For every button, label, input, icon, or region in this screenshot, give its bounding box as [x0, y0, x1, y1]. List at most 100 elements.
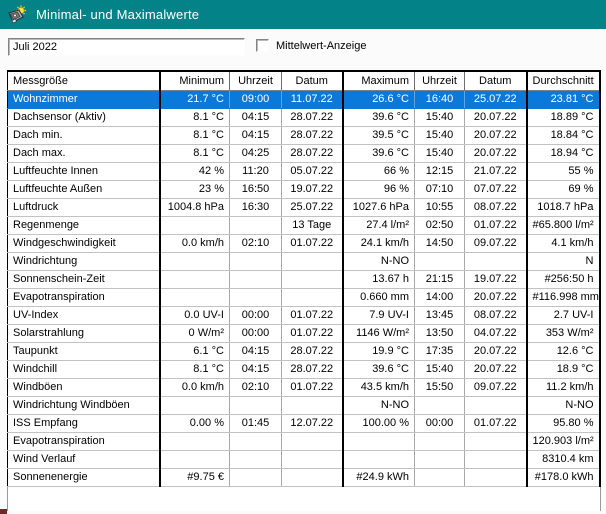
table-row[interactable]: Windrichtung WindböenN-NON-NO — [8, 396, 600, 414]
table-cell[interactable]: 20.07.22 — [465, 108, 527, 126]
table-cell[interactable]: 18.89 °C — [527, 108, 600, 126]
table-cell[interactable] — [415, 468, 465, 486]
table-cell[interactable]: 20.07.22 — [465, 360, 527, 378]
table-cell[interactable]: 01:45 — [230, 414, 282, 432]
table-row[interactable]: Evapotranspiration120.903 l/m² — [8, 432, 600, 450]
table-cell[interactable]: Sonnenschein-Zeit — [8, 270, 160, 288]
table-cell[interactable]: 4.1 km/h — [527, 234, 600, 252]
table-cell[interactable]: 09:00 — [230, 90, 282, 108]
table-cell[interactable]: 8.1 °C — [160, 144, 230, 162]
table-cell[interactable]: 1027.6 hPa — [343, 198, 415, 216]
table-cell[interactable] — [282, 432, 343, 450]
table-cell[interactable]: Evapotranspiration — [8, 288, 160, 306]
table-cell[interactable]: 8.1 °C — [160, 360, 230, 378]
table-cell[interactable]: 17:35 — [415, 342, 465, 360]
table-row-selected[interactable]: Wohnzimmer21.7 °C09:0011.07.2226.6 °C16:… — [8, 90, 600, 108]
table-cell[interactable] — [465, 432, 527, 450]
table-cell[interactable]: #116.998 mm — [527, 288, 600, 306]
table-cell[interactable]: Regenmenge — [8, 216, 160, 234]
table-cell[interactable]: 16:30 — [230, 198, 282, 216]
table-row[interactable]: Sonnenenergie#9.75 €#24.9 kWh#178.0 kWh — [8, 468, 600, 486]
table-row[interactable]: Regenmenge13 Tage27.4 l/m²02:5001.07.22#… — [8, 216, 600, 234]
table-cell[interactable]: N — [527, 252, 600, 270]
table-cell[interactable]: Dach min. — [8, 126, 160, 144]
table-cell[interactable] — [160, 252, 230, 270]
table-cell[interactable]: 11:20 — [230, 162, 282, 180]
table-cell[interactable]: 12:15 — [415, 162, 465, 180]
table-cell[interactable]: Luftfeuchte Außen — [8, 180, 160, 198]
table-cell[interactable]: 18.94 °C — [527, 144, 600, 162]
table-cell[interactable]: 39.6 °C — [343, 144, 415, 162]
table-cell[interactable] — [465, 252, 527, 270]
table-cell[interactable]: 20.07.22 — [465, 126, 527, 144]
table-cell[interactable]: 15:40 — [415, 126, 465, 144]
table-cell[interactable] — [415, 252, 465, 270]
table-cell[interactable]: 16:50 — [230, 180, 282, 198]
table-cell[interactable]: N-NO — [343, 396, 415, 414]
table-row[interactable]: Windböen0.0 km/h02:1001.07.2243.5 km/h15… — [8, 378, 600, 396]
period-input[interactable] — [8, 38, 245, 56]
table-cell[interactable]: Sonnenenergie — [8, 468, 160, 486]
window-titlebar[interactable]: Minimal- und Maximalwerte — [0, 0, 606, 29]
table-row[interactable]: Windgeschwindigkeit0.0 km/h02:1001.07.22… — [8, 234, 600, 252]
table-cell[interactable] — [160, 396, 230, 414]
table-cell[interactable]: #256:50 h — [527, 270, 600, 288]
table-cell[interactable] — [343, 450, 415, 468]
table-cell[interactable]: Wohnzimmer — [8, 90, 160, 108]
table-cell[interactable] — [230, 396, 282, 414]
table-cell[interactable] — [415, 432, 465, 450]
table-cell[interactable] — [230, 216, 282, 234]
table-cell[interactable]: 08.07.22 — [465, 306, 527, 324]
table-row[interactable]: Evapotranspiration0.660 mm14:0020.07.22#… — [8, 288, 600, 306]
table-row[interactable]: Dach min.8.1 °C04:1528.07.2239.5 °C15:40… — [8, 126, 600, 144]
table-cell[interactable]: 01.07.22 — [465, 216, 527, 234]
table-cell[interactable]: 28.07.22 — [282, 144, 343, 162]
table-cell[interactable]: 05.07.22 — [282, 162, 343, 180]
table-cell[interactable]: 39.6 °C — [343, 360, 415, 378]
table-cell[interactable] — [465, 450, 527, 468]
table-cell[interactable]: 95.80 % — [527, 414, 600, 432]
table-cell[interactable]: 0.0 km/h — [160, 378, 230, 396]
table-cell[interactable]: 01.07.22 — [282, 234, 343, 252]
table-cell[interactable] — [282, 396, 343, 414]
table-cell[interactable]: Windrichtung — [8, 252, 160, 270]
table-cell[interactable] — [415, 450, 465, 468]
table-cell[interactable] — [230, 468, 282, 486]
mittelwert-checkbox-label[interactable]: Mittelwert-Anzeige — [276, 40, 366, 52]
table-cell[interactable]: 0 W/m² — [160, 324, 230, 342]
table-cell[interactable] — [160, 270, 230, 288]
table-cell[interactable]: 39.5 °C — [343, 126, 415, 144]
table-cell[interactable]: 26.6 °C — [343, 90, 415, 108]
table-cell[interactable]: 14:00 — [415, 288, 465, 306]
table-cell[interactable] — [282, 270, 343, 288]
table-cell[interactable]: 13.67 h — [343, 270, 415, 288]
table-cell[interactable]: Taupunkt — [8, 342, 160, 360]
table-cell[interactable]: 04:15 — [230, 360, 282, 378]
table-cell[interactable]: 04:25 — [230, 144, 282, 162]
table-cell[interactable]: Solarstrahlung — [8, 324, 160, 342]
table-cell[interactable]: 20.07.22 — [465, 288, 527, 306]
table-cell[interactable]: 0.0 UV-I — [160, 306, 230, 324]
table-cell[interactable]: 16:40 — [415, 90, 465, 108]
table-row[interactable]: UV-Index0.0 UV-I00:0001.07.227.9 UV-I13:… — [8, 306, 600, 324]
table-cell[interactable]: 23 % — [160, 180, 230, 198]
table-cell[interactable]: 04:15 — [230, 108, 282, 126]
column-header[interactable]: Datum — [282, 71, 343, 90]
table-cell[interactable]: 15:40 — [415, 144, 465, 162]
table-cell[interactable]: Windböen — [8, 378, 160, 396]
table-cell[interactable] — [230, 450, 282, 468]
table-cell[interactable]: #24.9 kWh — [343, 468, 415, 486]
table-cell[interactable]: 55 % — [527, 162, 600, 180]
table-cell[interactable]: 01.07.22 — [282, 378, 343, 396]
table-cell[interactable]: 1004.8 hPa — [160, 198, 230, 216]
table-cell[interactable]: 21:15 — [415, 270, 465, 288]
table-cell[interactable]: ISS Empfang — [8, 414, 160, 432]
table-cell[interactable]: 18.9 °C — [527, 360, 600, 378]
column-header[interactable]: Durchschnitt — [527, 71, 600, 90]
table-cell[interactable]: 39.6 °C — [343, 108, 415, 126]
table-cell[interactable]: 04.07.22 — [465, 324, 527, 342]
table-cell[interactable]: 6.1 °C — [160, 342, 230, 360]
table-cell[interactable]: 100.00 % — [343, 414, 415, 432]
table-cell[interactable]: 28.07.22 — [282, 126, 343, 144]
table-cell[interactable]: #178.0 kWh — [527, 468, 600, 486]
